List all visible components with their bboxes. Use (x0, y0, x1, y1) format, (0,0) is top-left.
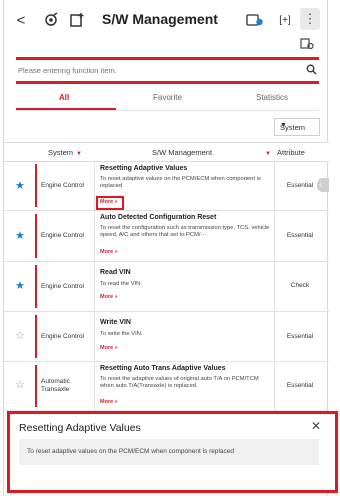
more-menu-icon[interactable]: ⋮ (300, 8, 320, 30)
system-marker (35, 214, 37, 258)
function-description: To write the VIN. (100, 331, 143, 337)
dtc-status-icon[interactable] (244, 9, 266, 31)
header-sw-sort-caret-icon[interactable]: ▼ (262, 148, 271, 157)
function-name: Resetting Adaptive Values (100, 165, 188, 172)
function-name: Write VIN (100, 319, 131, 326)
column-divider (94, 161, 95, 210)
search-bottom-rule (16, 81, 319, 84)
favorite-star-icon[interactable]: ★ (15, 279, 25, 292)
popup-title: Resetting Adaptive Values (19, 422, 141, 434)
favorite-star-icon[interactable]: ☆ (15, 329, 25, 342)
function-description: To reset the configuration such as trans… (100, 225, 270, 239)
function-name: Resetting Auto Trans Adaptive Values (100, 365, 226, 372)
system-marker (35, 265, 37, 308)
function-description: To reset adaptive values on the PCM/ECM … (100, 176, 261, 190)
tab-favorite[interactable]: Favorite (153, 93, 182, 102)
attribute-cell: Essential (286, 333, 314, 340)
header-sw-management[interactable]: S/W Management (152, 148, 212, 157)
system-marker (35, 365, 37, 407)
column-divider (274, 362, 275, 410)
description-popup: Resetting Adaptive Values ✕ To reset ada… (7, 411, 338, 493)
more-link[interactable]: More » (100, 345, 118, 351)
search-top-rule (16, 57, 319, 60)
system-marker (35, 164, 37, 207)
vehicle-link-icon[interactable] (300, 38, 314, 53)
more-link[interactable]: More » (100, 294, 118, 300)
column-divider (274, 211, 275, 261)
side-panel-handle[interactable]: ‹ (317, 178, 329, 192)
system-cell: Automatic Transaxle (41, 378, 70, 393)
search-icon[interactable] (306, 64, 317, 78)
column-divider (274, 262, 275, 311)
function-description: To reset the adaptive values of original… (100, 376, 259, 390)
favorite-star-icon[interactable]: ☆ (15, 378, 25, 391)
attribute-cell: Essential (286, 232, 314, 239)
system-marker (35, 315, 37, 358)
attribute-cell: Essential (286, 382, 314, 389)
table-header: System ▼ S/W Management ▼ Attribute (4, 142, 329, 162)
header-system[interactable]: System ▼ (48, 148, 82, 157)
sort-caret-icon: ▼ (76, 151, 82, 157)
function-name: Read VIN (100, 269, 131, 276)
column-divider (274, 312, 275, 361)
table-row[interactable]: ☆ Engine Control Write VIN To write the … (4, 312, 329, 362)
attribute-cell: Check (290, 282, 310, 289)
column-divider (94, 312, 95, 361)
favorite-star-icon[interactable]: ★ (15, 179, 25, 192)
column-divider (94, 211, 95, 261)
column-divider (274, 161, 275, 210)
tab-statistics[interactable]: Statistics (256, 93, 288, 102)
tab-divider (16, 110, 319, 111)
tab-active-underline (16, 108, 116, 110)
system-cell: Engine Control (41, 333, 84, 340)
more-link[interactable]: More » (100, 399, 118, 405)
function-name: Auto Detected Configuration Reset (100, 214, 217, 221)
caret-down-icon: ▼ (280, 122, 287, 129)
top-bar: < S/W Management [+] ⋮ (4, 0, 329, 40)
system-cell: Engine Control (41, 182, 84, 189)
close-icon[interactable]: ✕ (311, 419, 321, 433)
popup-body: To reset adaptive values on the PCM/ECM … (19, 439, 319, 465)
popup-description: To reset adaptive values on the PCM/ECM … (27, 448, 235, 455)
back-icon[interactable]: < (10, 9, 32, 31)
favorite-star-icon[interactable]: ★ (15, 229, 25, 242)
column-divider (94, 362, 95, 410)
table-row[interactable]: ★ Engine Control Resetting Adaptive Valu… (4, 161, 329, 211)
system-cell: Engine Control (41, 283, 84, 290)
sort-select[interactable]: System ▼ (274, 118, 320, 136)
header-attribute[interactable]: Attribute (277, 148, 305, 157)
expand-icon[interactable]: [+] (274, 9, 296, 31)
table-row[interactable]: ☆ Automatic Transaxle Resetting Auto Tra… (4, 362, 329, 411)
table-row[interactable]: ★ Engine Control Auto Detected Configura… (4, 211, 329, 262)
more-link[interactable]: More » (100, 249, 118, 255)
more-link-highlight (96, 196, 124, 210)
chevron-left-icon: ‹ (319, 179, 322, 189)
page-title: S/W Management (102, 11, 218, 27)
system-cell: Engine Control (41, 232, 84, 239)
column-divider (94, 262, 95, 311)
table-row[interactable]: ★ Engine Control Read VIN To read the VI… (4, 262, 329, 312)
vehicle-settings-icon[interactable] (40, 9, 62, 31)
search-input[interactable] (18, 66, 288, 75)
function-description: To read the VIN. (100, 281, 142, 287)
tab-all[interactable]: All (59, 93, 69, 102)
search-bar (16, 62, 319, 80)
add-report-icon[interactable] (66, 9, 88, 31)
